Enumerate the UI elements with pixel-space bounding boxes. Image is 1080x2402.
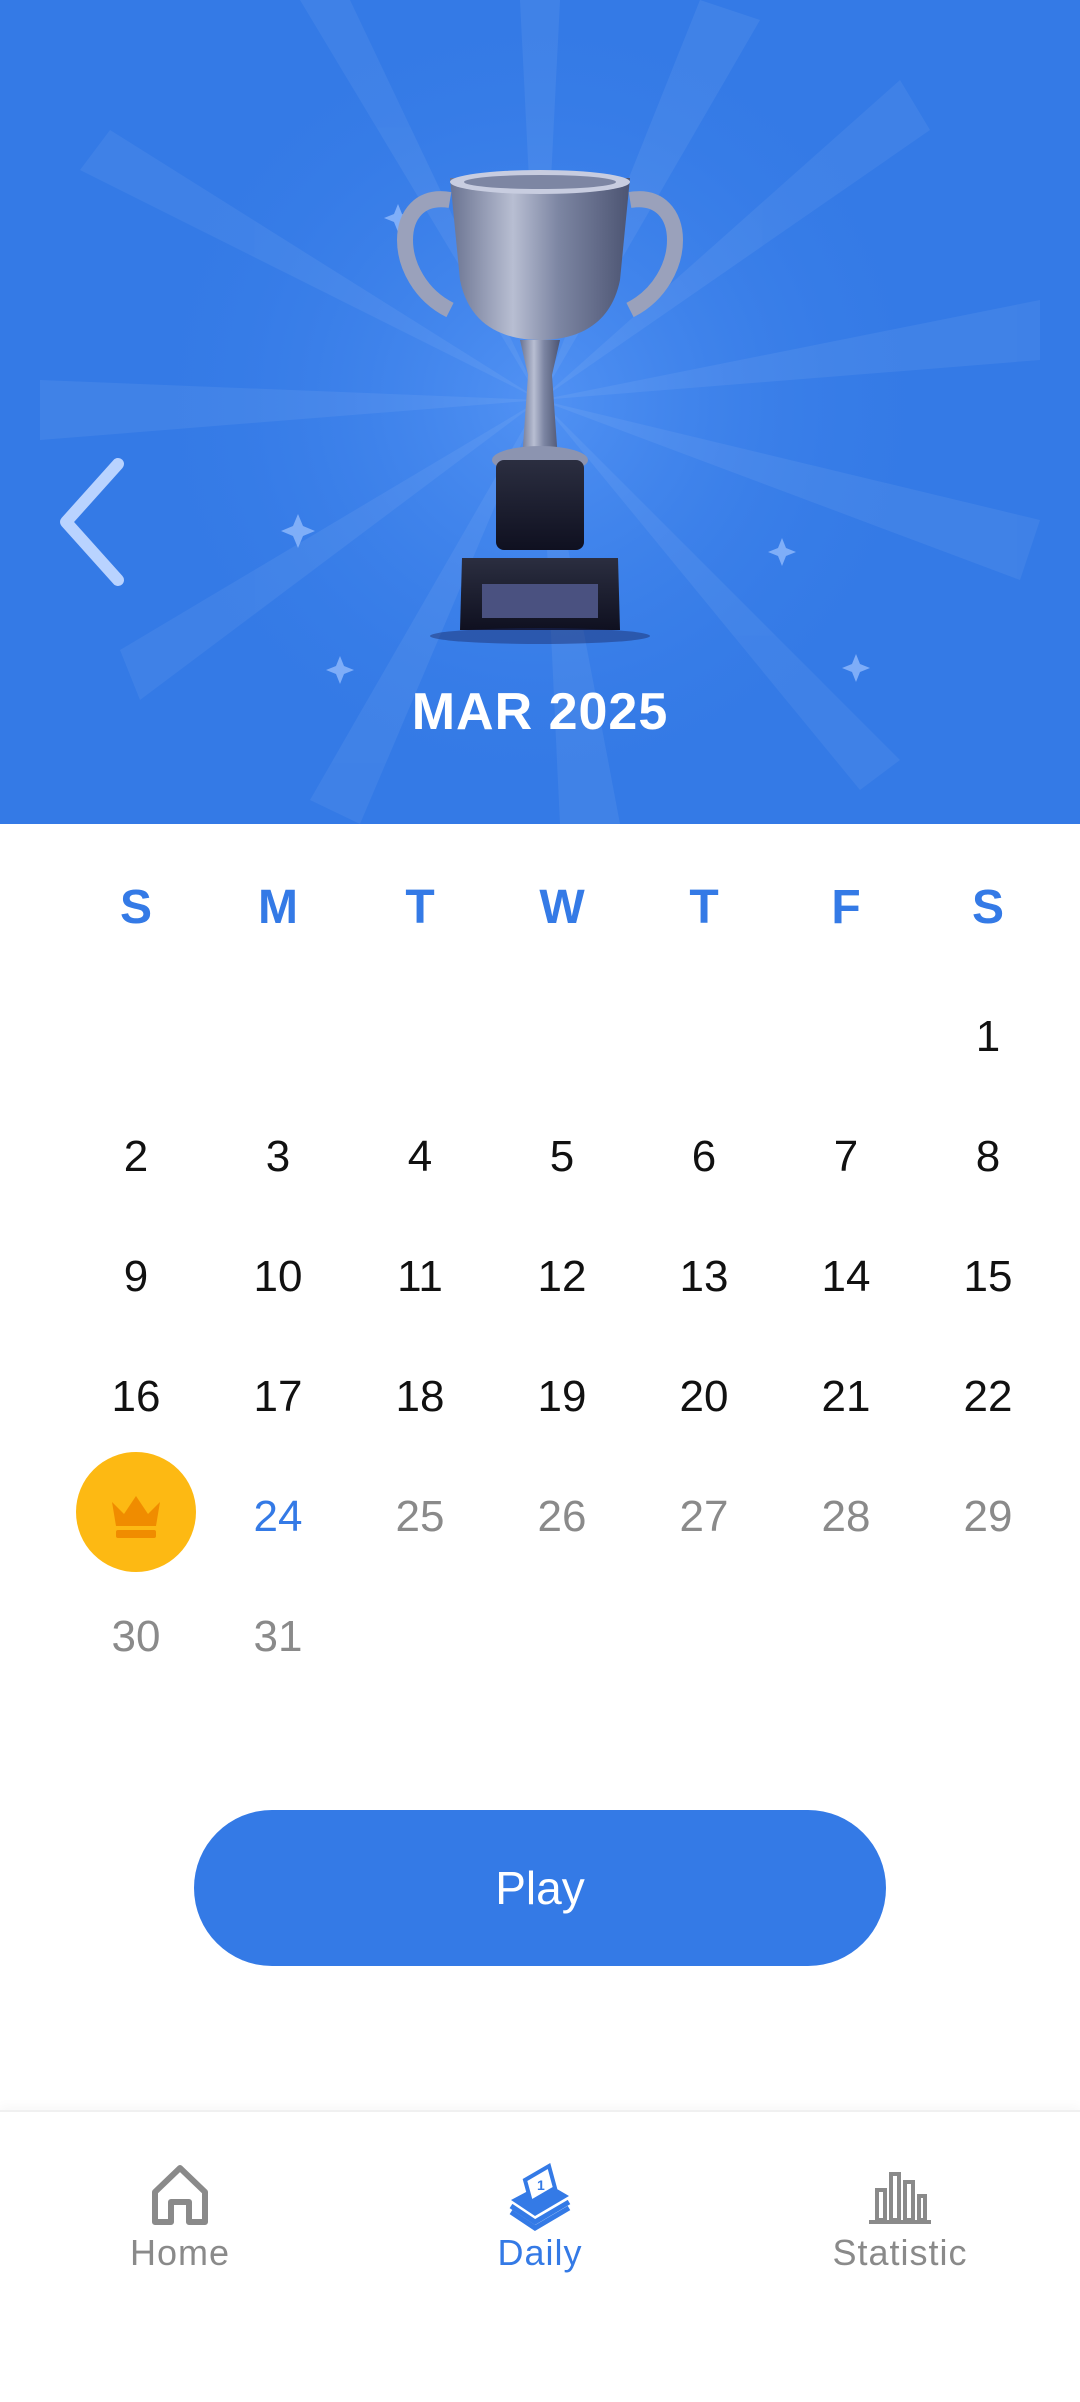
- calendar-day[interactable]: 14: [775, 1252, 917, 1302]
- weekday-header: S M T W T F S: [0, 880, 1080, 960]
- play-button[interactable]: Play: [194, 1810, 886, 1966]
- calendar-day[interactable]: 21: [775, 1372, 917, 1422]
- completed-day-23[interactable]: [76, 1452, 196, 1572]
- weekday-friday: F: [831, 881, 861, 934]
- calendar-day[interactable]: 12: [491, 1252, 633, 1302]
- calendar-day[interactable]: 19: [491, 1372, 633, 1422]
- calendar-day[interactable]: 4: [349, 1132, 491, 1182]
- calendar-day[interactable]: 9: [65, 1252, 207, 1302]
- weekday-wednesday: W: [539, 881, 585, 934]
- calendar-day: 25: [395, 1492, 445, 1541]
- chevron-left-icon[interactable]: [52, 452, 142, 592]
- calendar-day[interactable]: 8: [917, 1132, 1059, 1182]
- calendar-day[interactable]: 20: [633, 1372, 775, 1422]
- calendar-day[interactable]: 15: [917, 1252, 1059, 1302]
- calendar-day[interactable]: 7: [775, 1132, 917, 1182]
- calendar-day[interactable]: 13: [633, 1252, 775, 1302]
- calendar-day[interactable]: 1: [917, 1012, 1059, 1062]
- nav-item-home[interactable]: Home: [0, 2112, 360, 2402]
- nav-label-statistic: Statistic: [832, 2232, 968, 2273]
- nav-item-daily[interactable]: 1 Daily: [360, 2112, 720, 2402]
- calendar-day[interactable]: 22: [917, 1372, 1059, 1422]
- calendar-day[interactable]: 11: [349, 1252, 491, 1302]
- calendar-day: 31: [253, 1612, 303, 1661]
- calendar-day: 29: [963, 1492, 1013, 1541]
- calendar-day: 26: [537, 1492, 587, 1541]
- calendar-day-selected[interactable]: 24: [207, 1492, 349, 1542]
- weekday-sunday: S: [119, 881, 152, 934]
- weekday-monday: M: [258, 881, 298, 934]
- calendar-book-icon: 1: [509, 2162, 571, 2231]
- weekday-thursday: T: [689, 881, 719, 934]
- nav-item-statistic[interactable]: Statistic: [720, 2112, 1080, 2402]
- calendar-day: 27: [679, 1492, 729, 1541]
- calendar-day[interactable]: 10: [207, 1252, 349, 1302]
- calendar-day[interactable]: 2: [65, 1132, 207, 1182]
- nav-label-daily: Daily: [497, 2232, 583, 2273]
- nav-label-home: Home: [129, 2232, 231, 2273]
- bar-chart-icon: [869, 2172, 931, 2224]
- calendar-day[interactable]: 3: [207, 1132, 349, 1182]
- calendar-day: 30: [111, 1612, 161, 1661]
- header-banner: MAR 2025: [0, 0, 1080, 824]
- calendar-day: 28: [821, 1492, 871, 1541]
- calendar-day[interactable]: 6: [633, 1132, 775, 1182]
- crown-icon: [112, 1496, 160, 1538]
- home-icon: [152, 2165, 208, 2225]
- weekday-saturday: S: [971, 881, 1004, 934]
- calendar-day[interactable]: 18: [349, 1372, 491, 1422]
- month-title: MAR 2025: [411, 683, 669, 741]
- calendar-day[interactable]: 17: [207, 1372, 349, 1422]
- calendar-book-glyph: 1: [537, 2177, 545, 2193]
- weekday-tuesday: T: [405, 881, 435, 934]
- calendar-day[interactable]: 5: [491, 1132, 633, 1182]
- bottom-navigation: Home 1 Daily Statistic: [0, 2110, 1080, 2402]
- silver-trophy-icon: [397, 170, 683, 644]
- calendar-day[interactable]: 16: [65, 1372, 207, 1422]
